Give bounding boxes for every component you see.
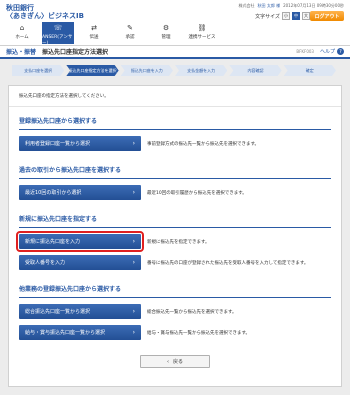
instruction-text: 振込先口座の指定方法を選択してください。: [9, 86, 341, 107]
select-method-button[interactable]: 給与・賞与振込先口座一覧から選択 ›: [19, 325, 141, 340]
font-size-large[interactable]: 大: [302, 12, 310, 20]
nav-item-label: ホーム: [15, 35, 29, 40]
transfer-icon: ⇄: [91, 24, 97, 32]
nav-item-label: 伝送: [89, 35, 99, 40]
page-title: 振込先口座指定方法選択: [42, 49, 109, 56]
logout-button[interactable]: ログアウト: [310, 11, 344, 21]
admin-icon: ⚙: [162, 24, 170, 32]
option-row: 利用者登録口座一覧から選択 › 事前登録方式の振込先一覧から振込先を選択できます。: [19, 135, 331, 152]
select-method-button[interactable]: 最近10回の取引から選択 ›: [19, 185, 141, 200]
step-2: 振込先口座指定方法を選択: [66, 65, 118, 76]
section-title: 過去の取引から振込先口座を選択する: [19, 156, 331, 179]
chevron-right-icon: ›: [132, 189, 135, 196]
user-name: 秋田 太郎 様: [257, 3, 281, 8]
nav-item-label: 管理: [161, 35, 171, 40]
select-method-button[interactable]: 総合振込先口座一覧から選択 ›: [19, 304, 141, 319]
step-3: 振込先口座を入力: [121, 65, 173, 76]
font-size-medium[interactable]: 中: [292, 12, 300, 20]
option-description: 最近10回の取引履歴から振込先を選択できます。: [147, 190, 247, 196]
option-description: 給与・賞与振込先一覧から振込先を選択できます。: [147, 330, 251, 336]
chevron-right-icon: ›: [132, 259, 135, 266]
select-method-button[interactable]: 受取人番号を入力 ›: [19, 255, 141, 270]
last-login: 2012年07月13日 09時30分00秒: [283, 3, 344, 8]
button-label: 総合振込先口座一覧から選択: [25, 309, 91, 315]
option-section: 新規に振込先口座を指定する新規に振込先口座を入力 › 新規に振込先を指定できます。受…: [9, 205, 341, 271]
chevron-right-icon: ›: [132, 238, 135, 245]
button-label: 利用者登録口座一覧から選択: [25, 141, 91, 147]
bank-name: 秋田銀行: [6, 4, 34, 12]
button-label: 最近10回の取引から選択: [25, 190, 82, 196]
screen-id: BFKF003: [296, 49, 314, 54]
step-4: 支払金額を入力: [175, 65, 227, 76]
nav-item-transfer[interactable]: ⇄ 伝送: [78, 22, 110, 44]
option-description: 新規に振込先を指定できます。: [147, 239, 210, 245]
nav-item-label: ANSER(アンサー): [42, 35, 73, 46]
help-label: ヘルプ: [319, 49, 335, 55]
help-icon: ?: [337, 48, 344, 55]
option-description: 事前登録方式の振込先一覧から振込先を選択できます。: [147, 141, 260, 147]
option-section: 他業務の登録振込先口座から選択する総合振込先口座一覧から選択 › 総合振込先一覧から…: [9, 275, 341, 341]
title-bar: 振込・振替 振込先口座指定方法選択 BFKF003 ヘルプ ?: [0, 46, 350, 59]
back-label: 戻る: [172, 359, 183, 365]
select-method-button[interactable]: 新規に振込先口座を入力 ›: [16, 231, 144, 252]
option-row: 給与・賞与振込先口座一覧から選択 › 給与・賞与振込先一覧から振込先を選択できます。: [19, 324, 331, 341]
company-badge: 株式会社: [238, 3, 255, 8]
option-description: 番号に振込先の口座が登録された振込先を受取人番号を入力して指定できます。: [147, 260, 309, 266]
help-link[interactable]: ヘルプ ?: [320, 48, 344, 55]
back-button[interactable]: ‹ 戻る: [140, 355, 210, 368]
step-6: 確定: [284, 65, 336, 76]
nav-item-admin[interactable]: ⚙ 管理: [150, 22, 182, 44]
section-title: 他業務の登録振込先口座から選択する: [19, 275, 331, 298]
nav-item-phone[interactable]: ☏ ANSER(アンサー): [42, 22, 74, 46]
font-size-control: 文字サイズ 小 中 大: [255, 12, 310, 20]
option-description: 総合振込先一覧から振込先を選択できます。: [147, 309, 237, 315]
font-size-small[interactable]: 小: [282, 12, 290, 20]
main-panel: 振込先口座の指定方法を選択してください。 登録振込先口座から選択する利用者登録口…: [8, 85, 342, 387]
approve-icon: ✎: [127, 24, 133, 32]
button-label: 受取人番号を入力: [25, 260, 66, 266]
section-title: 新規に振込先口座を指定する: [19, 205, 331, 228]
font-size-label: 文字サイズ: [255, 13, 280, 20]
link-icon: ⛓: [197, 24, 207, 32]
step-5: 内容確認: [229, 65, 281, 76]
section-title: 登録振込先口座から選択する: [19, 107, 331, 130]
nav-item-home[interactable]: ⌂ ホーム: [6, 22, 38, 44]
back-arrow-icon: ‹: [166, 358, 169, 365]
nav-item-label: 連携サービス: [188, 35, 216, 40]
option-row: 受取人番号を入力 › 番号に振込先の口座が登録された振込先を受取人番号を入力して指定…: [19, 254, 331, 271]
home-icon: ⌂: [19, 24, 25, 32]
select-method-button[interactable]: 利用者登録口座一覧から選択 ›: [19, 136, 141, 151]
progress-steps: 支払口座を選択 振込先口座指定方法を選択 振込先口座を入力 支払金額を入力 内容確認 確定: [12, 65, 338, 76]
option-row: 新規に振込先口座を入力 › 新規に振込先を指定できます。: [16, 231, 331, 252]
step-1: 支払口座を選択: [12, 65, 64, 76]
button-label: 給与・賞与振込先口座一覧から選択: [25, 330, 106, 336]
service-name: 〈あきぎん〉ビジネスIB: [6, 12, 84, 20]
global-nav: ⌂ ホーム ☏ ANSER(アンサー) ⇄ 伝送 ✎ 承認 ⚙ 管理 ⛓ 連携サービス: [6, 22, 218, 46]
chevron-right-icon: ›: [132, 140, 135, 147]
chevron-right-icon: ›: [132, 329, 135, 336]
breadcrumb-section: 振込・振替: [6, 49, 37, 56]
chevron-right-icon: ›: [132, 308, 135, 315]
button-label: 新規に振込先口座を入力: [25, 239, 81, 245]
nav-item-approve[interactable]: ✎ 承認: [114, 22, 146, 44]
user-info: 株式会社 秋田 太郎 様 2012年07月13日 09時30分00秒: [239, 3, 344, 9]
option-row: 総合振込先口座一覧から選択 › 総合振込先一覧から振込先を選択できます。: [19, 303, 331, 320]
option-section: 過去の取引から振込先口座を選択する最近10回の取引から選択 › 最近10回の取引履歴…: [9, 156, 341, 201]
phone-icon: ☏: [53, 24, 63, 32]
bank-logo[interactable]: 秋田銀行 〈あきぎん〉ビジネスIB: [6, 4, 84, 21]
nav-item-link[interactable]: ⛓ 連携サービス: [186, 22, 218, 44]
option-row: 最近10回の取引から選択 › 最近10回の取引履歴から振込先を選択できます。: [19, 184, 331, 201]
header: 秋田銀行 〈あきぎん〉ビジネスIB 株式会社 秋田 太郎 様 2012年07月1…: [0, 0, 350, 46]
nav-item-label: 承認: [125, 35, 135, 40]
option-section: 登録振込先口座から選択する利用者登録口座一覧から選択 › 事前登録方式の振込先一覧か…: [9, 107, 341, 152]
